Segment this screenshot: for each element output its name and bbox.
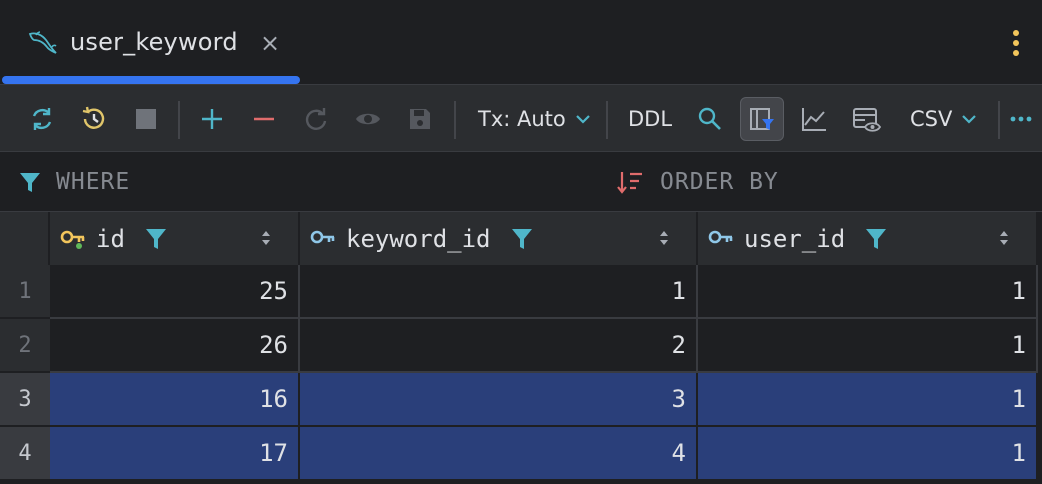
column-header-id[interactable]: id <box>50 212 300 265</box>
order-by-input[interactable]: ORDER BY <box>616 152 779 212</box>
more-horizontal-icon <box>1010 116 1032 122</box>
tab-title: user_keyword <box>70 28 238 56</box>
refresh-button[interactable] <box>20 97 64 141</box>
column-filter-icon[interactable] <box>511 227 533 251</box>
row-number-header[interactable] <box>0 212 50 265</box>
toolbar-separator <box>998 101 1000 139</box>
chart-view-button[interactable] <box>792 97 836 141</box>
more-toolbar-button[interactable] <box>1004 97 1038 141</box>
table-row[interactable]: 1 25 1 1 <box>0 265 1042 319</box>
funnel-icon <box>20 173 40 192</box>
row-number[interactable]: 4 <box>0 427 50 481</box>
foreign-key-icon <box>310 230 335 243</box>
table-row[interactable]: 2 26 2 1 <box>0 319 1042 373</box>
minus-icon <box>254 117 274 121</box>
table-row-selected[interactable]: 3 16 3 1 <box>0 373 1042 427</box>
preview-button[interactable] <box>346 97 390 141</box>
toolbar-separator <box>454 101 456 139</box>
cell-keyword-id[interactable]: 4 <box>300 427 698 481</box>
where-filter-input[interactable]: WHERE <box>18 152 130 212</box>
where-placeholder: WHERE <box>56 169 131 195</box>
refresh-icon <box>32 108 52 130</box>
cell-id[interactable]: 17 <box>50 427 300 481</box>
transaction-mode-dropdown[interactable]: Tx: Auto <box>478 97 592 141</box>
column-filter-icon[interactable] <box>145 227 167 251</box>
column-name: user_id <box>744 224 846 253</box>
view-options-button[interactable] <box>844 97 888 141</box>
history-button[interactable] <box>72 97 116 141</box>
row-number[interactable]: 3 <box>0 373 50 427</box>
column-header-keyword-id[interactable]: keyword_id <box>300 212 698 265</box>
cell-user-id[interactable]: 1 <box>698 319 1038 373</box>
cell-user-id[interactable]: 1 <box>698 427 1038 481</box>
close-icon[interactable]: × <box>260 29 280 57</box>
transaction-mode-label: Tx: Auto <box>478 107 566 131</box>
table-eye-icon <box>853 108 881 132</box>
ddl-button[interactable]: DDL <box>628 97 672 141</box>
data-grid: id keyword_id user_id 1 25 1 1 2 26 2 1 … <box>0 212 1042 484</box>
sort-toggle-icon[interactable] <box>658 229 670 247</box>
cell-user-id[interactable]: 1 <box>698 373 1038 427</box>
revert-button[interactable] <box>294 97 338 141</box>
toolbar-separator <box>606 101 608 139</box>
table-row-selected[interactable]: 4 17 4 1 <box>0 427 1042 481</box>
toolbar-separator <box>178 101 180 139</box>
filter-bar: WHERE ORDER BY <box>0 152 1042 212</box>
search-icon <box>698 107 721 130</box>
sort-order-icon <box>617 172 642 194</box>
active-tab-indicator <box>2 76 300 84</box>
column-filter-icon[interactable] <box>865 227 887 251</box>
export-format-label: CSV <box>910 107 953 131</box>
foreign-key-icon <box>708 230 733 243</box>
row-number[interactable]: 2 <box>0 319 50 373</box>
export-format-dropdown[interactable]: CSV <box>910 97 978 141</box>
cell-id[interactable]: 25 <box>50 265 300 319</box>
primary-key-icon <box>60 230 85 249</box>
column-header-user-id[interactable]: user_id <box>698 212 1038 265</box>
eye-icon <box>356 113 380 125</box>
plus-icon <box>202 109 222 129</box>
search-button[interactable] <box>688 97 732 141</box>
table-filter-icon <box>750 108 774 130</box>
more-options-icon[interactable] <box>1004 28 1028 58</box>
sort-toggle-icon[interactable] <box>998 229 1010 247</box>
ddl-label: DDL <box>628 107 673 131</box>
cell-keyword-id[interactable]: 2 <box>300 319 698 373</box>
chevron-down-icon <box>575 115 590 124</box>
row-number[interactable]: 1 <box>0 265 50 319</box>
filter-view-button[interactable] <box>740 97 784 141</box>
chart-icon <box>802 108 826 131</box>
stop-icon <box>136 109 156 129</box>
column-name: id <box>96 224 125 253</box>
cell-id[interactable]: 16 <box>50 373 300 427</box>
history-icon <box>82 106 105 129</box>
mysql-dolphin-icon <box>28 31 57 54</box>
sort-toggle-icon[interactable] <box>260 229 272 247</box>
stop-button[interactable] <box>124 97 168 141</box>
submit-button[interactable] <box>398 97 442 141</box>
cell-user-id[interactable]: 1 <box>698 265 1038 319</box>
data-editor-toolbar: Tx: Auto DDL CSV <box>0 84 1042 152</box>
tab-user-keyword[interactable]: user_keyword × <box>2 0 300 84</box>
revert-icon <box>305 108 327 130</box>
cell-keyword-id[interactable]: 3 <box>300 373 698 427</box>
cell-id[interactable]: 26 <box>50 319 300 373</box>
order-by-placeholder: ORDER BY <box>660 169 779 195</box>
save-icon <box>410 109 430 129</box>
delete-row-button[interactable] <box>242 97 286 141</box>
add-row-button[interactable] <box>190 97 234 141</box>
cell-keyword-id[interactable]: 1 <box>300 265 698 319</box>
editor-tab-bar: user_keyword × <box>0 0 1042 84</box>
column-name: keyword_id <box>346 224 491 253</box>
chevron-down-icon <box>962 115 977 124</box>
